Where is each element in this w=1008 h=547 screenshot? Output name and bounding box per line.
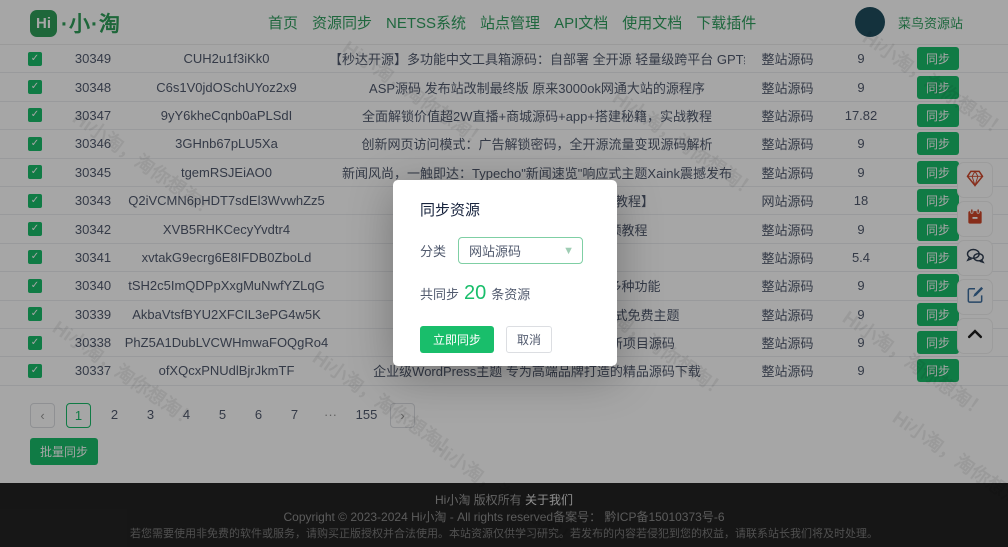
- category-label: 分类: [420, 241, 446, 260]
- confirm-sync-button[interactable]: 立即同步: [420, 326, 494, 353]
- chevron-down-icon: ▼: [563, 245, 574, 257]
- sync-count-line: 共同步 20 条资源: [420, 282, 597, 305]
- count-prefix: 共同步: [420, 284, 459, 303]
- modal-title: 同步资源: [420, 199, 597, 220]
- category-selected-value: 网站源码: [469, 241, 521, 260]
- category-field: 分类 网站源码 ▼: [420, 237, 597, 264]
- category-select[interactable]: 网站源码 ▼: [458, 237, 583, 264]
- modal-actions: 立即同步 取消: [420, 326, 552, 353]
- sync-resource-modal: 同步资源 分类 网站源码 ▼ 共同步 20 条资源 立即同步 取消: [393, 180, 617, 366]
- cancel-button[interactable]: 取消: [506, 326, 552, 353]
- count-suffix: 条资源: [491, 284, 530, 303]
- count-number: 20: [464, 282, 486, 305]
